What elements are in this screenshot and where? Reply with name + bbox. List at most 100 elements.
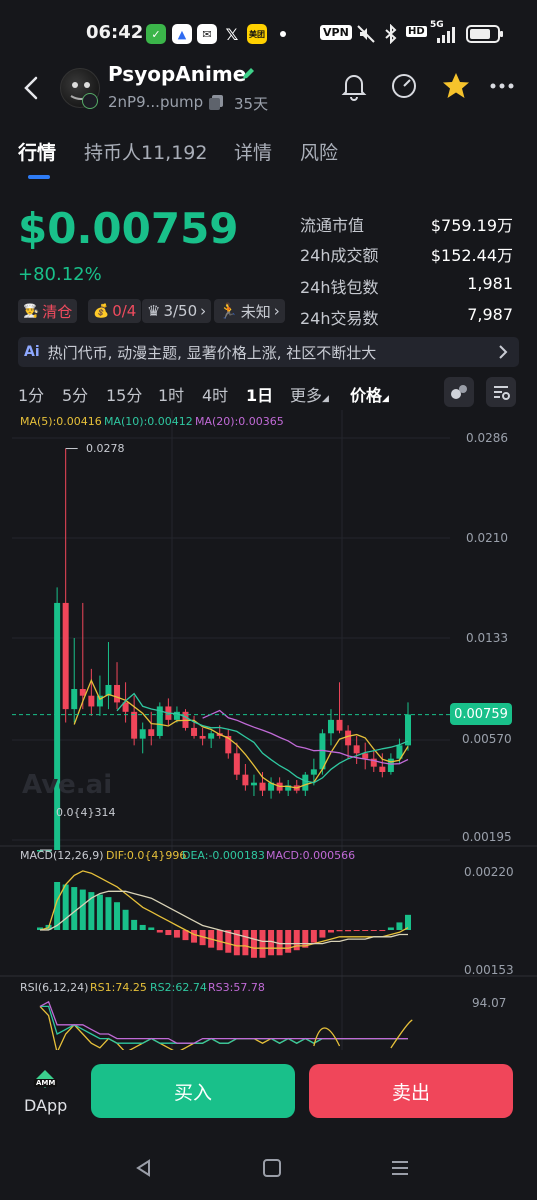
- candle-body: [191, 727, 198, 736]
- tf-1d[interactable]: 1日: [246, 382, 273, 406]
- tf-4h[interactable]: 4时: [202, 382, 228, 406]
- stat-label-mcap: 流通市值: [300, 216, 365, 235]
- tab-risk[interactable]: 风险: [300, 138, 338, 165]
- tf-1h[interactable]: 1时: [158, 382, 184, 406]
- candle-body: [139, 729, 146, 739]
- meituan-icon: 美团: [247, 24, 267, 44]
- macd-bar: [139, 924, 146, 930]
- y-tick-4: 0.00195: [462, 830, 512, 844]
- price-mode-label: 价格: [350, 386, 383, 405]
- stat-value-wallets: 1,981: [467, 274, 513, 293]
- macd-dif: DIF:0.0{4}996: [106, 849, 187, 862]
- candle-body: [233, 753, 240, 775]
- macd-bar: [71, 887, 78, 930]
- tab-market[interactable]: 行情: [18, 138, 56, 165]
- candle-body: [379, 766, 386, 772]
- macd-value: MACD:0.000566: [266, 849, 356, 862]
- rsi-y-top: 94.07: [472, 996, 507, 1010]
- macd-bar: [396, 922, 403, 930]
- dropdown-triangle-icon: ◢: [322, 394, 329, 404]
- candle-body: [345, 730, 352, 746]
- mail-icon: ✉: [197, 24, 217, 44]
- indicator-tool-button[interactable]: [444, 377, 474, 407]
- dot-icon: [280, 31, 286, 37]
- vpn-badge: VPN: [320, 25, 352, 40]
- macd-bar: [216, 930, 223, 951]
- macd-bar: [362, 930, 369, 931]
- price-mode[interactable]: 价格◢: [350, 382, 389, 406]
- signal-icon: [437, 27, 455, 43]
- macd-bar: [345, 930, 352, 932]
- price-chart[interactable]: [0, 410, 537, 1050]
- macd-bar: [353, 930, 360, 932]
- macd-bar: [122, 909, 129, 930]
- candle-body: [242, 774, 249, 786]
- buy-button[interactable]: 买入: [91, 1064, 295, 1118]
- macd-bar: [79, 889, 86, 930]
- ai-summary-banner[interactable]: Ai 热门代币, 动漫主题, 显著价格上涨, 社区不断壮大: [18, 337, 519, 367]
- nav-back-icon[interactable]: [132, 1156, 156, 1180]
- tab-details[interactable]: 详情: [234, 138, 272, 165]
- dapp-label[interactable]: DApp: [24, 1096, 67, 1115]
- clear-badge[interactable]: 👨‍🍳 清仓: [18, 299, 78, 323]
- candle-body: [250, 782, 257, 786]
- candle-body: [88, 695, 95, 707]
- macd-y-top: 0.00220: [464, 865, 514, 879]
- back-arrow-icon[interactable]: [18, 72, 46, 104]
- star-icon[interactable]: [440, 70, 472, 102]
- crown-badge[interactable]: ♛ 3/50 ›: [142, 299, 212, 323]
- high-label: 0.0278: [86, 442, 125, 455]
- macd-bar: [96, 894, 103, 930]
- nav-home-icon[interactable]: [260, 1156, 284, 1180]
- price-change: +80.12%: [18, 264, 102, 285]
- macd-bar: [387, 927, 394, 930]
- tf-1m[interactable]: 1分: [18, 382, 44, 406]
- copy-icon[interactable]: [207, 93, 225, 111]
- macd-bar: [105, 897, 112, 930]
- candle-body: [405, 714, 411, 746]
- y-tick-2: 0.0133: [466, 631, 508, 645]
- money-badge[interactable]: 💰 0/4: [88, 299, 142, 323]
- macd-bar: [191, 930, 198, 943]
- sell-button[interactable]: 卖出: [309, 1064, 513, 1118]
- bluetooth-icon: [385, 24, 397, 44]
- bubbles-icon: [451, 385, 467, 399]
- tf-5m[interactable]: 5分: [62, 382, 88, 406]
- rsi-line-2: [40, 1005, 408, 1044]
- candle-body: [362, 753, 369, 759]
- macd-y-bottom: 0.00153: [464, 963, 514, 977]
- money-count: 0/4: [112, 302, 137, 320]
- bell-icon[interactable]: [338, 70, 370, 102]
- system-nav-bar: [0, 1140, 537, 1200]
- candle-body: [131, 711, 138, 739]
- chevron-right-icon: ›: [200, 302, 207, 320]
- status-bar: 06:42 ✓ ▲ ✉ 𝕏 美团 VPN HD 5G: [0, 0, 537, 62]
- macd-bar: [259, 930, 266, 958]
- rsi-line-3: [39, 1000, 408, 1044]
- macd-bar: [336, 930, 343, 932]
- macd-bar: [242, 930, 249, 956]
- tf-more[interactable]: 更多◢: [290, 382, 329, 406]
- chevron-right-icon: ›: [273, 302, 280, 320]
- runner-icon: 🏃: [219, 302, 238, 320]
- gauge-icon[interactable]: [388, 70, 420, 102]
- edit-icon[interactable]: [240, 66, 256, 82]
- tf-15m[interactable]: 15分: [106, 382, 142, 406]
- macd-legend: MACD(12,26,9): [20, 849, 104, 862]
- candle-body: [148, 729, 155, 736]
- low-label: 0.0{4}314: [56, 806, 116, 819]
- candle-body: [327, 719, 334, 734]
- ai-icon: Ai: [24, 344, 40, 360]
- rsi-hump: [313, 1027, 341, 1047]
- candle-body: [310, 769, 317, 775]
- status-time: 06:42: [86, 22, 144, 43]
- chart-settings-button[interactable]: [486, 377, 516, 407]
- app-green-icon: ✓: [146, 24, 166, 44]
- tab-holders[interactable]: 持币人11,192: [84, 138, 207, 165]
- more-icon[interactable]: [486, 70, 518, 102]
- unknown-badge[interactable]: 🏃 未知 ›: [214, 299, 285, 323]
- ma20-line: [202, 709, 409, 765]
- macd-bar: [165, 930, 172, 936]
- ai-summary-text: 热门代币, 动漫主题, 显著价格上涨, 社区不断壮大: [47, 343, 377, 362]
- nav-menu-icon[interactable]: [388, 1156, 412, 1180]
